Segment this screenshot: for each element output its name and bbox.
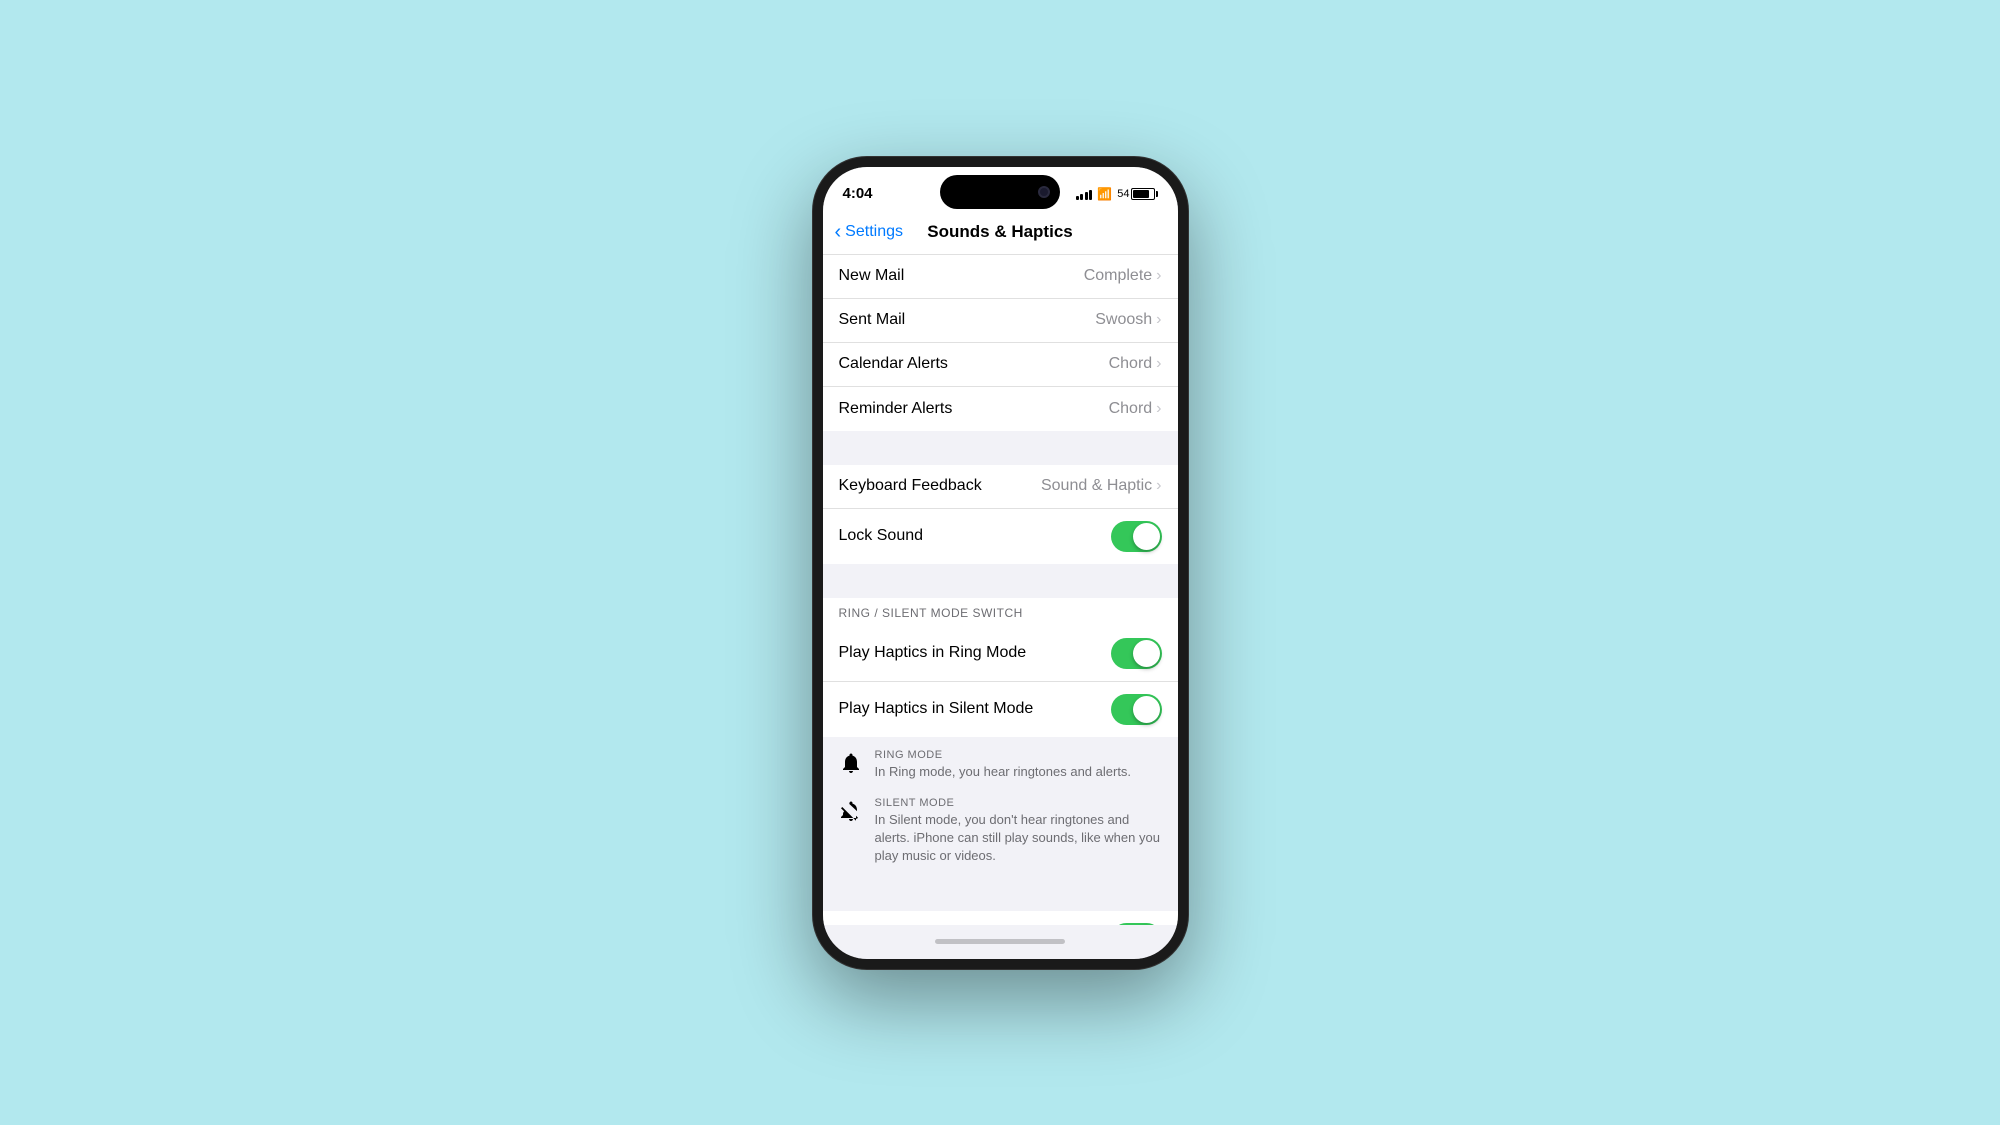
gap-2 [823, 564, 1178, 598]
calendar-alerts-row[interactable]: Calendar Alerts Chord › [823, 343, 1178, 387]
lock-sound-label: Lock Sound [839, 527, 924, 545]
haptics-silent-row: Play Haptics in Silent Mode [823, 682, 1178, 737]
back-arrow-icon: ‹ [835, 221, 842, 244]
lock-sound-row: Lock Sound [823, 509, 1178, 564]
nav-bar: ‹ Settings Sounds & Haptics [823, 211, 1178, 255]
ring-mode-desc: In Ring mode, you hear ringtones and ale… [875, 763, 1162, 781]
lock-sound-toggle-knob [1133, 523, 1160, 550]
feedback-section: Keyboard Feedback Sound & Haptic › Lock … [823, 465, 1178, 564]
signal-icon [1076, 188, 1093, 200]
calendar-alerts-label: Calendar Alerts [839, 355, 948, 373]
ring-mode-text: RING MODE In Ring mode, you hear rington… [875, 749, 1162, 781]
reminder-alerts-label: Reminder Alerts [839, 400, 953, 418]
back-label: Settings [845, 223, 903, 241]
battery-icon: 54 [1117, 188, 1157, 200]
battery-level: 54 [1117, 188, 1129, 200]
keyboard-feedback-value: Sound & Haptic › [1041, 477, 1162, 495]
haptics-ring-label: Play Haptics in Ring Mode [839, 644, 1027, 662]
ring-mode-info: RING MODE In Ring mode, you hear rington… [823, 737, 1178, 793]
content-area: New Mail Complete › Sent Mail Swoosh › C… [823, 255, 1178, 925]
system-haptics-section: System Haptics [823, 911, 1178, 924]
haptics-silent-knob [1133, 696, 1160, 723]
back-button[interactable]: ‹ Settings [835, 221, 903, 244]
new-mail-value: Complete › [1084, 267, 1162, 285]
ring-silent-header: RING / SILENT MODE SWITCH [823, 598, 1178, 626]
ring-mode-title: RING MODE [875, 749, 1162, 761]
reminder-alerts-value: Chord › [1109, 400, 1162, 418]
haptics-ring-knob [1133, 640, 1160, 667]
keyboard-feedback-chevron: › [1156, 477, 1161, 495]
silent-mode-text: SILENT MODE In Silent mode, you don't he… [875, 797, 1162, 866]
sent-mail-label: Sent Mail [839, 311, 906, 329]
haptics-ring-toggle[interactable] [1111, 638, 1162, 669]
new-mail-row[interactable]: New Mail Complete › [823, 255, 1178, 299]
haptics-silent-label: Play Haptics in Silent Mode [839, 700, 1034, 718]
reminder-alerts-row[interactable]: Reminder Alerts Chord › [823, 387, 1178, 431]
system-haptics-row: System Haptics [823, 911, 1178, 924]
status-time: 4:04 [843, 185, 873, 202]
sound-settings-section: New Mail Complete › Sent Mail Swoosh › C… [823, 255, 1178, 431]
new-mail-label: New Mail [839, 267, 905, 285]
home-indicator [823, 925, 1178, 959]
calendar-alerts-value: Chord › [1109, 355, 1162, 373]
keyboard-feedback-label: Keyboard Feedback [839, 477, 982, 495]
reminder-alerts-chevron: › [1156, 400, 1161, 418]
gap-1 [823, 431, 1178, 465]
bell-slash-icon [839, 799, 863, 823]
bell-icon [839, 751, 863, 775]
haptics-silent-toggle[interactable] [1111, 694, 1162, 725]
haptics-ring-row: Play Haptics in Ring Mode [823, 626, 1178, 682]
ring-silent-section: RING / SILENT MODE SWITCH Play Haptics i… [823, 598, 1178, 737]
new-mail-chevron: › [1156, 267, 1161, 285]
home-bar [935, 939, 1065, 944]
calendar-alerts-chevron: › [1156, 355, 1161, 373]
silent-mode-info: SILENT MODE In Silent mode, you don't he… [823, 793, 1178, 878]
sent-mail-row[interactable]: Sent Mail Swoosh › [823, 299, 1178, 343]
silent-mode-title: SILENT MODE [875, 797, 1162, 809]
status-icons: 📶 54 [1076, 187, 1158, 201]
page-title: Sounds & Haptics [927, 222, 1072, 242]
gap-3 [823, 877, 1178, 911]
system-haptics-toggle[interactable] [1111, 923, 1162, 924]
sent-mail-chevron: › [1156, 311, 1161, 329]
lock-sound-toggle[interactable] [1111, 521, 1162, 552]
silent-mode-desc: In Silent mode, you don't hear ringtones… [875, 811, 1162, 866]
dynamic-island [940, 175, 1060, 209]
sent-mail-value: Swoosh › [1095, 311, 1161, 329]
camera-dot [1038, 186, 1050, 198]
phone-frame: 4:04 📶 54 ‹ Settings [813, 157, 1188, 969]
wifi-icon: 📶 [1097, 187, 1112, 201]
keyboard-feedback-row[interactable]: Keyboard Feedback Sound & Haptic › [823, 465, 1178, 509]
